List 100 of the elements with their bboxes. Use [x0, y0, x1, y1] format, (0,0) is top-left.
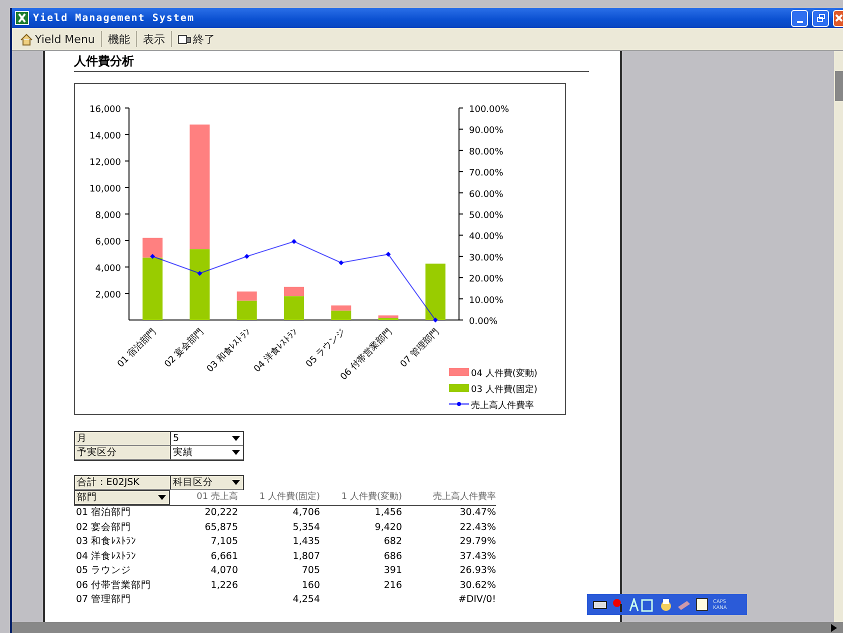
table-cell-text: 1,807	[292, 550, 320, 564]
table-cell-text: 6,661	[210, 550, 238, 564]
table-cell-text: 65,875	[204, 520, 238, 534]
spreadsheet-icon	[15, 11, 29, 25]
axis-label: 30.00%	[469, 253, 504, 264]
restore-icon	[816, 13, 826, 23]
table-cell-text: 4,706	[292, 506, 320, 520]
category-label: 05 ラウンジ	[304, 327, 348, 370]
report-title: 人件費分析	[74, 53, 589, 72]
axis-label: 80.00%	[469, 147, 504, 158]
axis-label: 10.00%	[469, 296, 504, 306]
filter-label: 月	[75, 432, 171, 446]
data-point	[338, 260, 344, 266]
axis-label: 8,000	[95, 211, 121, 221]
data-point	[432, 318, 438, 322]
keyboard-icon	[593, 600, 607, 608]
column-header: 1 人件費(変動)	[340, 490, 402, 504]
row-header: 05 ラウンジ	[75, 564, 132, 578]
row-header: 07 管理部門	[75, 593, 132, 607]
filter-label: 予実区分	[75, 446, 171, 460]
data-point	[386, 252, 391, 257]
toolbar-button[interactable]: Yield Menu	[16, 30, 99, 48]
door-icon	[178, 34, 191, 44]
legend-swatch	[449, 384, 469, 392]
row-header: 03 和食ﾚｽﾄﾗﾝ	[75, 535, 138, 549]
table-cell-text: 160	[300, 578, 320, 592]
data-point	[197, 270, 202, 276]
table-cell-text: 1,435	[292, 535, 320, 549]
table-cell-text: 7,105	[210, 535, 238, 549]
table-cell-text: 4,070	[210, 564, 238, 578]
table-cell-text: 4,254	[292, 593, 320, 607]
axis-label: 40.00%	[469, 232, 504, 242]
axis-label: 12,000	[90, 158, 121, 168]
house-icon	[20, 32, 33, 46]
table-cell-text: #DIV/0!	[457, 593, 496, 607]
legend-line	[448, 402, 470, 406]
axis-label: 90.00%	[469, 126, 504, 136]
column-header: 01 売上高	[196, 490, 238, 504]
category-label: 03 和食ﾚｽﾄﾗﾝ	[205, 327, 253, 375]
legend-swatch	[449, 368, 469, 376]
row-field-dropdown[interactable]: 部門	[74, 490, 170, 505]
window-title: Yield Management System	[33, 12, 194, 24]
data-point	[292, 239, 296, 244]
table-cell-text: 686	[382, 550, 402, 564]
close-button[interactable]	[833, 10, 843, 26]
axis-label: 6,000	[95, 238, 121, 248]
axis-label: 70.00%	[469, 168, 504, 179]
table-cell-text: 29.79%	[458, 535, 496, 549]
input-mode-icon	[629, 598, 655, 612]
axis-label: 100.00%	[469, 105, 510, 115]
row-header: 06 付帯営業部門	[75, 578, 152, 592]
table-cell-text: 20,222	[204, 506, 238, 520]
axis-label: 10,000	[90, 184, 121, 194]
minimize-button[interactable]	[791, 10, 808, 26]
axis-label: 4,000	[95, 264, 121, 274]
axis-label: 2,000	[95, 290, 121, 300]
filter-dropdown[interactable]: 実績	[171, 446, 243, 460]
scroll-right-icon	[831, 624, 837, 632]
axis-label: 50.00%	[469, 211, 504, 221]
filter-dropdown[interactable]: 5	[171, 432, 243, 446]
table-cell-text: 30.47%	[458, 506, 496, 520]
category-label: 04 洋食ﾚｽﾄﾗﾝ	[252, 327, 300, 375]
row-header: 04 洋食ﾚｽﾄﾗﾝ	[75, 550, 138, 564]
table-cell-text: 216	[382, 578, 402, 592]
axis-label: 14,000	[90, 132, 121, 142]
data-point	[244, 254, 250, 259]
category-label: 02 宴会部門	[163, 327, 206, 370]
row-header: 01 宿泊部門	[75, 506, 132, 520]
axis-label: 0.00%	[469, 317, 498, 327]
bar	[425, 264, 446, 320]
table-cell-text: 9,420	[374, 520, 402, 534]
table-cell-text: 705	[300, 564, 320, 578]
column-header: 1 人件費(固定)	[258, 490, 320, 504]
axis-label: 20.00%	[469, 274, 504, 285]
category-label: 07 管理部門	[398, 327, 442, 370]
minimize-icon	[796, 20, 802, 22]
legend-label: 売上高人件費率	[471, 401, 534, 411]
dropdown-arrow-icon	[232, 480, 240, 485]
dropdown-arrow-icon	[232, 450, 240, 455]
close-icon	[834, 13, 843, 23]
toolbar-button[interactable]: 機能	[104, 30, 134, 48]
horizontal-scrollbar[interactable]	[12, 622, 843, 633]
table-cell-text: 682	[382, 535, 402, 549]
table-cell-text: 22.43%	[458, 520, 496, 534]
table-cell-text: 1,456	[374, 506, 402, 520]
toolbar-button[interactable]: 表示	[138, 30, 169, 48]
table-cell-text: 30.62%	[458, 578, 496, 592]
axis-label: 60.00%	[469, 190, 504, 200]
column-field-dropdown[interactable]: 科目区分	[171, 476, 243, 490]
restore-button[interactable]	[812, 10, 829, 26]
legend-label: 03 人件費(固定)	[471, 385, 538, 395]
dropdown-arrow-icon	[158, 495, 166, 500]
data-field-label: 合計 : E02JSK	[75, 476, 171, 490]
table-cell-text: 26.93%	[458, 564, 496, 578]
table-cell-text: 391	[382, 564, 402, 578]
category-label: 01 宿泊部門	[116, 327, 159, 370]
help-icon	[696, 598, 708, 611]
column-header: 売上高人件費率	[432, 490, 496, 504]
toolbar-button[interactable]: 終了	[174, 30, 219, 48]
legend-label: 04 人件費(変動)	[471, 369, 538, 379]
